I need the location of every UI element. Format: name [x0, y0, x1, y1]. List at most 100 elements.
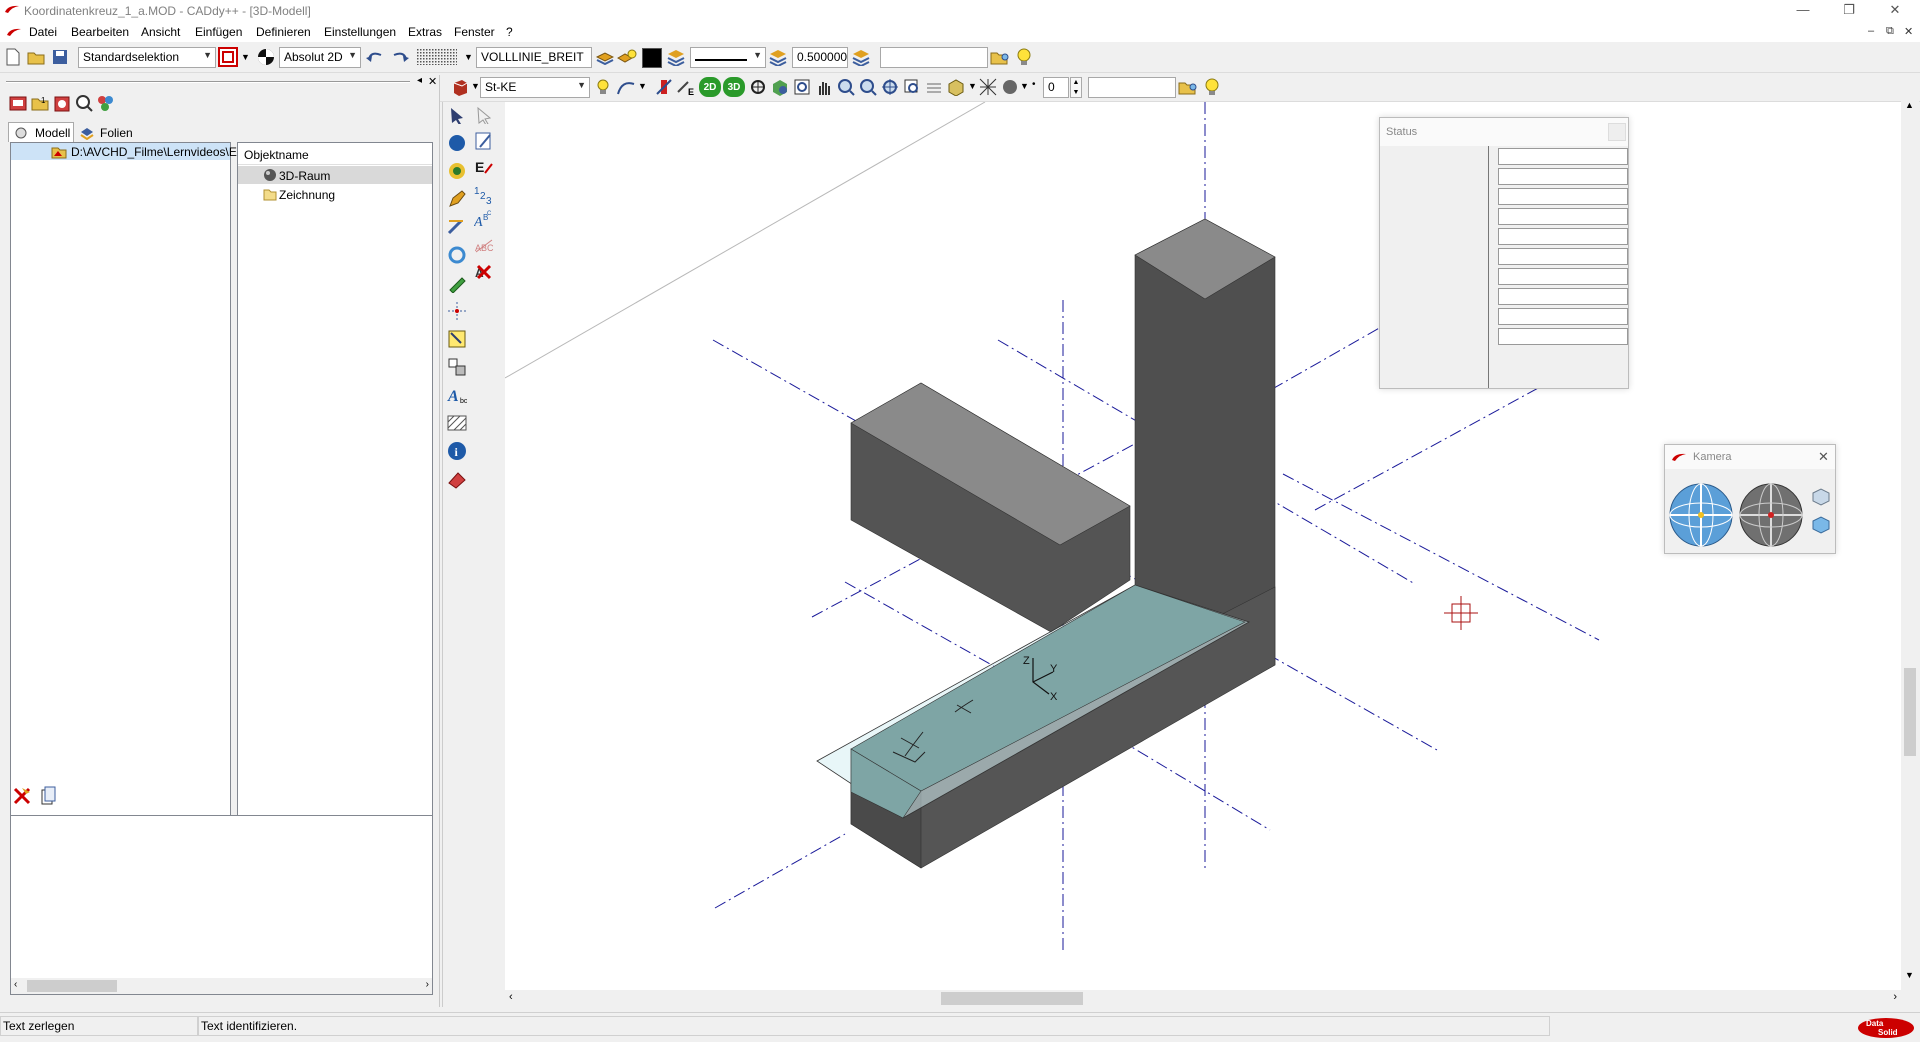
selection-mode-select[interactable]: Standardselektion ▼	[78, 47, 216, 68]
camera-target-globe-icon[interactable]	[1737, 481, 1805, 549]
edit-note-icon[interactable]	[474, 131, 494, 151]
text-disabled-icon[interactable]: ABC	[474, 236, 494, 256]
scroll-left-icon[interactable]: ‹	[509, 991, 513, 1003]
folder-search-2-icon[interactable]	[1178, 77, 1198, 97]
scroll-down-icon[interactable]: ▼	[1905, 970, 1914, 980]
copy-tool-icon[interactable]	[38, 786, 58, 806]
menu-help[interactable]: ?	[506, 25, 513, 39]
snap-wheel-icon[interactable]	[256, 47, 276, 67]
dropdown-arrow-icon[interactable]: ▼	[241, 52, 250, 62]
redo-icon[interactable]	[390, 47, 410, 67]
scroll-left-icon[interactable]: ‹	[14, 979, 17, 990]
hatch-tool-icon[interactable]	[447, 413, 467, 433]
scroll-right-icon[interactable]: ›	[1893, 991, 1897, 1003]
viewport-hscrollbar[interactable]: ‹ ›	[505, 990, 1901, 1007]
solid-dropdown-icon[interactable]: ▼	[471, 81, 480, 91]
shade-dropdown-icon[interactable]: ▼	[1020, 81, 1029, 91]
zoom-all-icon[interactable]	[880, 77, 900, 97]
new-file-icon[interactable]	[3, 47, 23, 67]
grid-dropdown-icon[interactable]: ▼	[464, 52, 473, 62]
coordinate-tool-icon[interactable]	[447, 329, 467, 349]
view-3d-icon[interactable]: 3D	[723, 77, 745, 97]
object-item-zeichnung[interactable]: Zeichnung	[238, 185, 432, 203]
lightbulb-2-icon[interactable]	[1202, 77, 1222, 97]
properties-list[interactable]: ‹ ›	[10, 815, 433, 995]
modify-tools-icon[interactable]	[447, 217, 467, 237]
camera-cube-top-icon[interactable]	[1811, 487, 1831, 507]
sphere-shade-icon[interactable]	[1000, 77, 1020, 97]
restore-button[interactable]: ❐	[1826, 0, 1872, 22]
viewport-vscrollbar[interactable]: ▲ ▼	[1901, 100, 1919, 988]
layers-width-icon[interactable]	[768, 47, 788, 67]
dimension-circle-icon[interactable]	[447, 161, 467, 181]
mdi-close-button[interactable]: ✕	[1904, 25, 1913, 38]
menu-bearbeiten[interactable]: Bearbeiten	[71, 25, 129, 39]
pan-hand-icon[interactable]	[814, 77, 834, 97]
menu-definieren[interactable]: Definieren	[256, 25, 311, 39]
camera-window-titlebar[interactable]: Kamera ✕	[1665, 445, 1835, 469]
minimize-button[interactable]: —	[1780, 0, 1826, 22]
zoom-window-icon[interactable]	[792, 77, 812, 97]
project-palette-icon[interactable]	[96, 93, 116, 113]
object-item-3d-raum[interactable]: 3D-Raum	[238, 166, 432, 184]
tab-modell[interactable]: Modell	[8, 122, 74, 142]
curve-dropdown-icon[interactable]: ▼	[638, 81, 647, 91]
menu-extras[interactable]: Extras	[408, 25, 442, 39]
project-trash-icon[interactable]	[52, 93, 72, 113]
view-plane-icon[interactable]	[924, 77, 944, 97]
undo-icon[interactable]	[365, 47, 385, 67]
grid-pattern-icon[interactable]	[417, 47, 461, 67]
material-select[interactable]: St-KE ▼	[480, 77, 590, 98]
camera-cube-bottom-icon[interactable]	[1811, 515, 1831, 535]
panel-pin-icon[interactable]: ◂	[417, 75, 422, 86]
bulb-on-icon[interactable]	[593, 77, 613, 97]
transform-icon[interactable]	[447, 357, 467, 377]
tree-item-root[interactable]: D:\AVCHD_Filme\Lernvideos\E	[11, 143, 237, 160]
box-view-icon[interactable]	[946, 77, 966, 97]
zoom-out-icon[interactable]	[858, 77, 878, 97]
counter-spinner[interactable]: ▲ ▼	[1070, 77, 1082, 98]
viewport-hscroll-thumb[interactable]	[941, 992, 1083, 1005]
select-arrow-icon[interactable]	[447, 105, 467, 125]
folder-search-icon[interactable]	[990, 47, 1010, 67]
project-open-icon[interactable]	[8, 93, 28, 113]
menu-fenster[interactable]: Fenster	[454, 25, 495, 39]
text-sequence-icon[interactable]: ABC	[474, 210, 494, 230]
orbit-icon[interactable]	[748, 77, 768, 97]
body-sphere-icon[interactable]	[447, 133, 467, 153]
toolbar1-text-input[interactable]	[880, 47, 988, 68]
text-edit-icon[interactable]: E	[474, 157, 494, 177]
line-width-field[interactable]: 0.500000	[792, 47, 848, 68]
close-button[interactable]: ✕	[1872, 0, 1918, 22]
line-style-select[interactable]: ▼	[690, 47, 766, 68]
status-window-titlebar[interactable]: Status	[1380, 118, 1628, 146]
line-type-field[interactable]: VOLLLINIE_BREIT	[476, 47, 592, 68]
solid-body-icon[interactable]	[450, 77, 470, 97]
color-swatch[interactable]	[642, 48, 662, 68]
box-dropdown-icon[interactable]: ▼	[968, 81, 977, 91]
text-tool-icon[interactable]: Abc	[447, 385, 467, 405]
open-folder-icon[interactable]	[26, 47, 46, 67]
camera-window-close[interactable]: ✕	[1818, 449, 1829, 465]
info-icon[interactable]: i	[447, 441, 467, 461]
viewport-vscroll-thumb[interactable]	[1904, 668, 1916, 756]
lightbulb-icon[interactable]	[1014, 47, 1034, 67]
snap-point-icon[interactable]	[447, 301, 467, 321]
rotate-icon[interactable]	[447, 245, 467, 265]
scroll-up-icon[interactable]: ▲	[1905, 100, 1914, 110]
mesh-icon[interactable]	[978, 77, 998, 97]
layers-extra-icon[interactable]	[851, 47, 871, 67]
select-disabled-icon[interactable]	[474, 105, 494, 125]
panel-close-icon[interactable]: ✕	[428, 75, 437, 88]
menu-einfuegen[interactable]: Einfügen	[195, 25, 242, 39]
numbering-icon[interactable]: 123	[474, 184, 494, 205]
section-tool-icon[interactable]	[654, 77, 674, 97]
scroll-right-icon[interactable]: ›	[426, 979, 429, 990]
menu-ansicht[interactable]: Ansicht	[141, 25, 180, 39]
save-icon[interactable]	[50, 47, 70, 67]
delete-tool-icon[interactable]	[12, 786, 32, 806]
properties-scroll-thumb[interactable]	[27, 980, 117, 992]
counter-field[interactable]: 0	[1043, 77, 1069, 98]
curve-tool-icon[interactable]	[616, 77, 636, 97]
menu-datei[interactable]: Datei	[29, 25, 57, 39]
